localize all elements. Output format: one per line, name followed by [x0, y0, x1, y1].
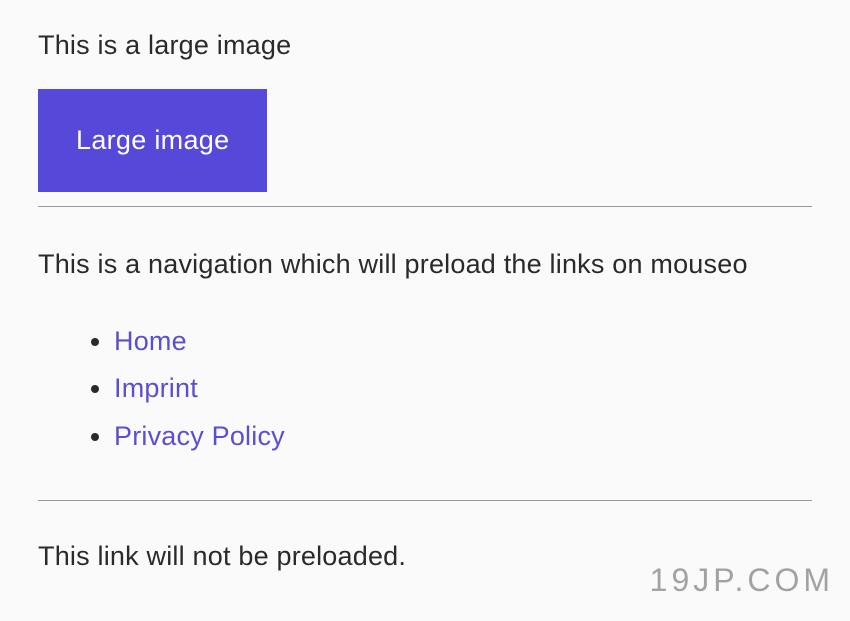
nav-link-privacy-policy[interactable]: Privacy Policy: [114, 421, 285, 451]
divider-2: [38, 500, 812, 501]
large-image-box: Large image: [38, 89, 267, 192]
image-section-intro: This is a large image: [38, 30, 812, 61]
list-item: Home: [114, 318, 812, 365]
list-item: Privacy Policy: [114, 413, 812, 460]
divider-1: [38, 206, 812, 207]
nav-link-imprint[interactable]: Imprint: [114, 373, 198, 403]
large-image-label: Large image: [76, 125, 229, 155]
nav-section-intro: This is a navigation which will preload …: [38, 249, 812, 280]
watermark-text: 19JP.COM: [650, 562, 834, 599]
nav-link-home[interactable]: Home: [114, 326, 187, 356]
list-item: Imprint: [114, 365, 812, 412]
nav-list: Home Imprint Privacy Policy: [38, 318, 812, 460]
